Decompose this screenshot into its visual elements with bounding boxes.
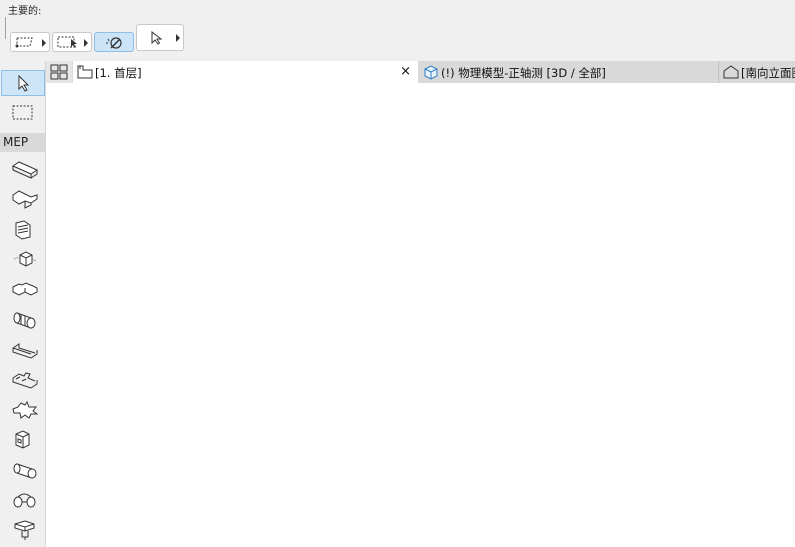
marquee-polygon-button[interactable] (10, 32, 50, 52)
tab-floor-plan-label: [1. 首层] (95, 66, 142, 80)
view-tab-bar: [1. 首层] × (!) 物理模型-正轴测 [3D / 全部] [南向立面图] (46, 61, 795, 83)
pipe-elbow-tool[interactable] (1, 487, 45, 513)
3d-box-icon (424, 65, 438, 80)
magic-wand-icon (106, 37, 122, 49)
tab-3d-model[interactable]: (!) 物理模型-正轴测 [3D / 全部] (419, 61, 717, 83)
pipe-segment-tool[interactable] (1, 457, 45, 483)
duct-straight-icon (12, 161, 38, 179)
toolbar-separator (5, 17, 6, 39)
dropdown-arrow-icon (84, 39, 88, 47)
duct-terminal-icon (15, 220, 31, 240)
tab-south-elevation-label: [南向立面图] (741, 66, 795, 80)
cable-tray-tee-tool[interactable] (1, 367, 45, 393)
cable-tray-tool[interactable] (1, 337, 45, 363)
marquee-tool[interactable] (1, 100, 45, 126)
duct-equipment-icon (13, 251, 37, 267)
marquee-icon (12, 105, 33, 120)
duct-cross-icon (12, 282, 38, 296)
toolbox: MEP (0, 61, 46, 547)
tab-floor-plan[interactable]: [1. 首层] × (73, 61, 418, 83)
duct-equipment-tool[interactable] (1, 247, 45, 273)
drawing-canvas[interactable] (46, 83, 795, 547)
grid-icon (50, 64, 68, 80)
marquee-polygon-icon (15, 37, 33, 48)
pipe-valve-icon (14, 520, 35, 540)
cable-tray-cross-icon (12, 400, 38, 419)
pipe-straight-tool[interactable] (1, 307, 45, 333)
duct-terminal-tool[interactable] (1, 217, 45, 243)
arrow-pointer-icon (151, 31, 163, 45)
duct-tee-tool[interactable] (1, 187, 45, 213)
cable-tray-icon (12, 343, 38, 359)
marquee-select-icon (57, 36, 77, 48)
tab-overview-button[interactable] (46, 61, 72, 83)
duct-cross-tool[interactable] (1, 277, 45, 303)
dropdown-arrow-icon (42, 39, 46, 47)
arrow-pointer-button[interactable] (136, 24, 184, 51)
close-icon[interactable]: × (400, 64, 411, 79)
tab-3d-model-label: (!) 物理模型-正轴测 [3D / 全部] (441, 66, 606, 80)
toolbar-label: 主要的: (8, 6, 42, 17)
tab-south-elevation[interactable]: [南向立面图] (718, 61, 795, 83)
arrow-pointer-icon (18, 74, 30, 92)
pipe-segment-icon (13, 463, 37, 479)
elevation-house-icon (723, 65, 739, 79)
cable-tray-tee-icon (12, 372, 38, 389)
pipe-valve-tool[interactable] (1, 517, 45, 543)
pipe-straight-icon (13, 312, 36, 329)
marquee-select-button[interactable] (52, 32, 92, 52)
duct-straight-tool[interactable] (1, 157, 45, 183)
magic-wand-button[interactable] (94, 32, 134, 52)
dropdown-arrow-icon (176, 34, 180, 42)
floor-plan-icon (77, 65, 93, 79)
cable-tray-cross-tool[interactable] (1, 397, 45, 423)
duct-tee-icon (12, 190, 38, 209)
arrow-tool[interactable] (1, 70, 45, 96)
pipe-elbow-icon (13, 493, 36, 508)
equipment-box-tool[interactable] (1, 427, 45, 453)
mep-section-label: MEP (0, 133, 45, 152)
main-toolbar: 主要的: (0, 0, 795, 60)
equipment-box-icon (15, 430, 30, 449)
